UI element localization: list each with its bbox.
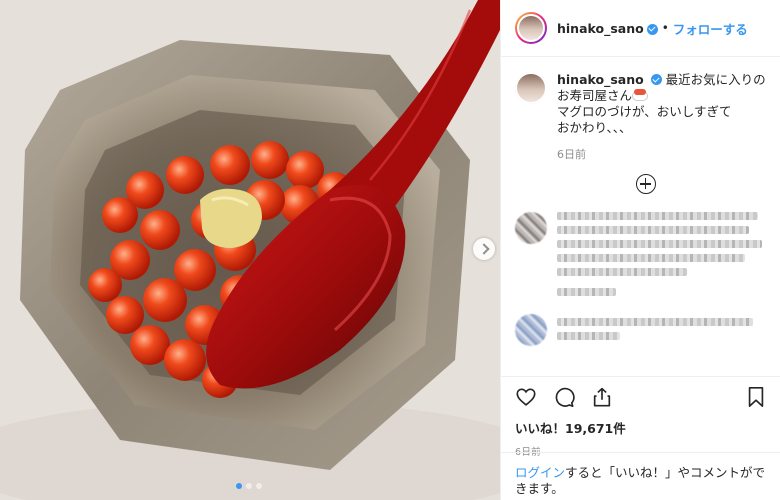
username-link[interactable]: hinako_sano xyxy=(557,21,644,36)
blurred-comment-text xyxy=(557,212,766,302)
sushi-emoji-icon xyxy=(632,89,649,101)
likes-count[interactable]: いいね！19,671件 xyxy=(515,418,766,437)
share-icon[interactable] xyxy=(591,386,613,408)
caption-line-2: マグロのづけが、おいしすぎて xyxy=(557,104,732,119)
separator-dot: • xyxy=(661,21,669,35)
plus-circle-icon[interactable] xyxy=(635,174,656,194)
avatar[interactable] xyxy=(515,12,547,44)
verified-badge-icon xyxy=(650,74,662,85)
list-item xyxy=(501,212,780,302)
post-header: hinako_sano • フォローする xyxy=(501,0,780,57)
caption-line-3: おかわり、、、 xyxy=(557,120,632,135)
avatar[interactable] xyxy=(515,212,547,244)
heart-icon[interactable] xyxy=(515,386,537,408)
caption-age: 6日前 xyxy=(557,148,586,161)
caption-text: hinako_sano 最近お気に入りのお寿司屋さん マグロのづけが、おいしすぎ… xyxy=(557,72,766,136)
ikura-bowl-image xyxy=(0,0,500,500)
comment-bubble-icon[interactable] xyxy=(553,386,575,408)
caption-username[interactable]: hinako_sano xyxy=(557,72,644,87)
next-photo-button[interactable] xyxy=(473,238,495,260)
avatar[interactable] xyxy=(515,314,547,346)
login-link[interactable]: ログイン xyxy=(515,465,565,480)
post-side-panel: hinako_sano • フォローする hinako_sano 最近お気に入り… xyxy=(500,0,780,500)
blurred-comment-text xyxy=(557,314,766,346)
action-icons xyxy=(515,385,766,409)
follow-button[interactable]: フォローする xyxy=(673,19,748,38)
post-photo[interactable] xyxy=(0,0,500,500)
post-actions: いいね！19,671件 6日前 xyxy=(501,376,780,458)
avatar[interactable] xyxy=(515,72,547,104)
verified-badge-icon xyxy=(646,23,658,35)
carousel-dot-3 xyxy=(256,483,262,489)
carousel-indicator xyxy=(236,483,262,489)
caption: hinako_sano 最近お気に入りのお寿司屋さん マグロのづけが、おいしすぎ… xyxy=(501,58,780,136)
carousel-dot-2 xyxy=(246,483,252,489)
carousel-dot-1 xyxy=(236,483,242,489)
comments-section[interactable]: hinako_sano 最近お気に入りのお寿司屋さん マグロのづけが、おいしすぎ… xyxy=(501,58,780,376)
list-item xyxy=(501,314,780,346)
login-prompt: ログインすると「いいね！」やコメントができます。 xyxy=(501,452,780,497)
bookmark-icon[interactable] xyxy=(746,386,766,408)
